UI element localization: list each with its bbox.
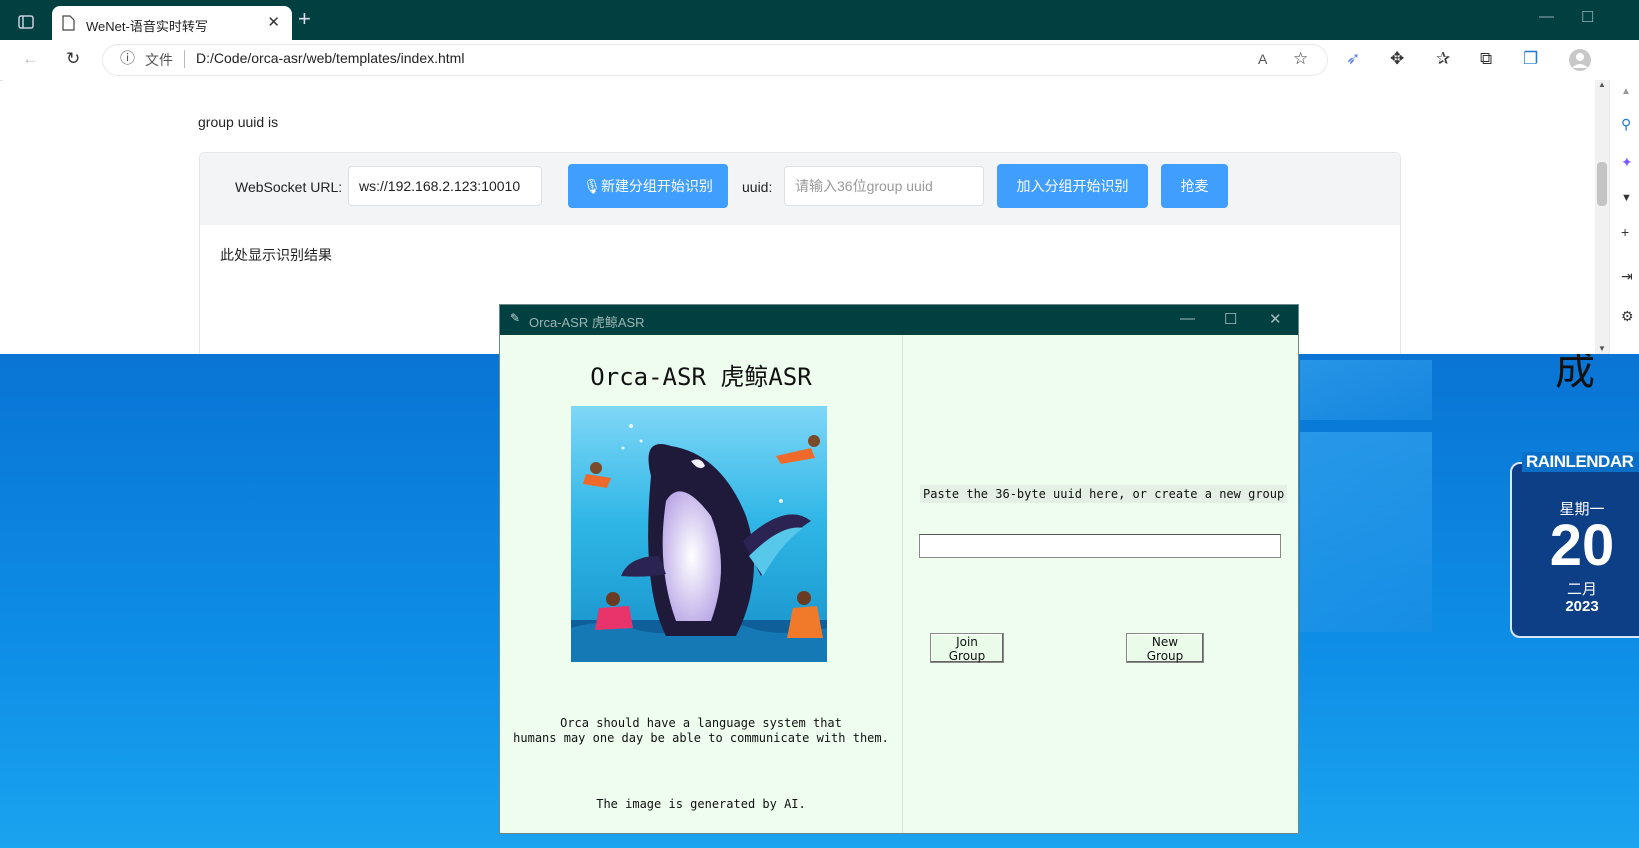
collections-icon[interactable]: ⧉ (1480, 49, 1492, 69)
app-close-icon[interactable]: ✕ (1269, 310, 1282, 328)
uuid-label: uuid: (742, 179, 773, 195)
add-icon[interactable]: + (1621, 224, 1629, 240)
panel-toolbar: WebSocket URL: 🎙新建分组开始识别 uuid: 加入分组开始识别 … (200, 153, 1400, 225)
read-aloud-icon[interactable]: A (1258, 49, 1267, 69)
tab-active[interactable]: WeNet-语音实时转写 ✕ (52, 6, 292, 40)
info-icon[interactable]: ⓘ (120, 49, 135, 69)
new-tab-icon[interactable]: + (298, 6, 311, 32)
tagline-line-1: Orca should have a language system that (560, 716, 842, 730)
search-icon[interactable]: ⚲ (1621, 116, 1631, 133)
ws-url-label: WebSocket URL: (235, 179, 343, 195)
join-group-button[interactable]: Join Group (930, 633, 1004, 663)
extensions-icon[interactable]: ✥ (1390, 49, 1404, 69)
app-minimize-icon[interactable]: — (1180, 310, 1195, 327)
microphone-icon: 🎙 (583, 178, 601, 194)
app-titlebar[interactable]: ✎ Orca-ASR 虎鲸ASR — ☐ ✕ (500, 305, 1298, 335)
windows-logo-pane (1300, 360, 1432, 420)
page-icon (62, 15, 75, 31)
orca-asr-window: ✎ Orca-ASR 虎鲸ASR — ☐ ✕ Orca-ASR 虎鲸ASR Or… (499, 304, 1299, 834)
address-separator (184, 50, 185, 68)
new-group-button-label: 新建分组开始识别 (600, 178, 713, 194)
uuid-hint: Paste the 36-byte uuid here, or create a… (920, 485, 1288, 503)
tab-title: WeNet-语音实时转写 (86, 19, 208, 34)
edge-sidebar: ▲ ⚲ ✦ ▼ + ⇥ ⚙ (1609, 80, 1639, 354)
feather-icon: ✎ (510, 311, 521, 325)
minimize-icon[interactable]: — (1539, 8, 1554, 25)
rainlendar-widget[interactable]: RAINLENDAR 星期一 20 二月 2023 (1510, 452, 1639, 638)
edge-icon[interactable]: ❐ (1523, 49, 1538, 69)
maximize-icon[interactable]: ☐ (1581, 8, 1594, 26)
uuid-input[interactable] (784, 166, 984, 206)
address-bar: ← ↻ ⓘ 文件 D:/Code/orca-asr/web/templates/… (0, 40, 1639, 81)
rainlendar-title: RAINLENDAR (1522, 452, 1639, 472)
address-url[interactable]: D:/Code/orca-asr/web/templates/index.htm… (196, 50, 464, 66)
calendar-month: 二月 (1566, 581, 1597, 598)
ws-url-input[interactable] (348, 166, 542, 206)
copilot-icon[interactable]: ✦ (1621, 154, 1633, 171)
orca-illustration (571, 406, 827, 662)
dropdown-icon[interactable]: ▼ (1621, 192, 1632, 204)
tab-actions-icon[interactable] (18, 14, 34, 30)
scroll-down-icon[interactable]: ▼ (1598, 344, 1606, 353)
windows-logo-pane (1300, 432, 1432, 632)
split-screen-icon[interactable]: ⇥ (1621, 268, 1633, 285)
uuid-entry[interactable] (919, 534, 1281, 558)
image-credit: The image is generated by AI. (596, 797, 806, 811)
scroll-up-icon[interactable]: ▲ (1598, 80, 1606, 89)
extension-bird-icon[interactable]: ➶ (1346, 49, 1360, 69)
pane-divider (902, 335, 903, 833)
favorites-icon[interactable]: ✰ (1436, 49, 1450, 69)
recognition-result: 此处显示识别结果 (220, 247, 332, 263)
calendar-day: 20 (1549, 513, 1615, 578)
join-group-button[interactable]: 加入分组开始识别 (997, 164, 1148, 208)
grab-mic-button[interactable]: 抢麦 (1161, 164, 1228, 208)
back-icon[interactable]: ← (22, 49, 39, 69)
app-heading: Orca-ASR 虎鲸ASR (590, 363, 812, 391)
address-scheme-label: 文件 (145, 52, 173, 68)
page-scrollbar[interactable]: ▲ ▼ (1595, 80, 1609, 354)
scroll-thumb[interactable] (1597, 162, 1607, 206)
calendar-year: 2023 (1565, 598, 1599, 615)
sidebar-scroll-up-icon[interactable]: ▲ (1621, 86, 1631, 97)
add-favorite-icon[interactable]: ☆ (1293, 49, 1308, 69)
new-group-button[interactable]: New Group (1126, 633, 1204, 663)
group-uuid-label: group uuid is (198, 114, 279, 130)
browser-window: WeNet-语音实时转写 ✕ + — ☐ ← ↻ ⓘ 文件 D:/Code/or… (0, 0, 1639, 354)
close-tab-icon[interactable]: ✕ (267, 13, 280, 31)
tab-bar: WeNet-语音实时转写 ✕ + — ☐ (0, 0, 1639, 40)
tagline-line-2: humans may one day be able to communicat… (513, 731, 889, 745)
app-maximize-icon[interactable]: ☐ (1224, 310, 1237, 328)
new-group-button[interactable]: 🎙新建分组开始识别 (568, 164, 728, 208)
avatar[interactable] (1568, 48, 1592, 72)
app-window-title: Orca-ASR 虎鲸ASR (529, 315, 645, 330)
refresh-icon[interactable]: ↻ (66, 49, 80, 69)
settings-icon[interactable]: ⚙ (1621, 308, 1634, 325)
